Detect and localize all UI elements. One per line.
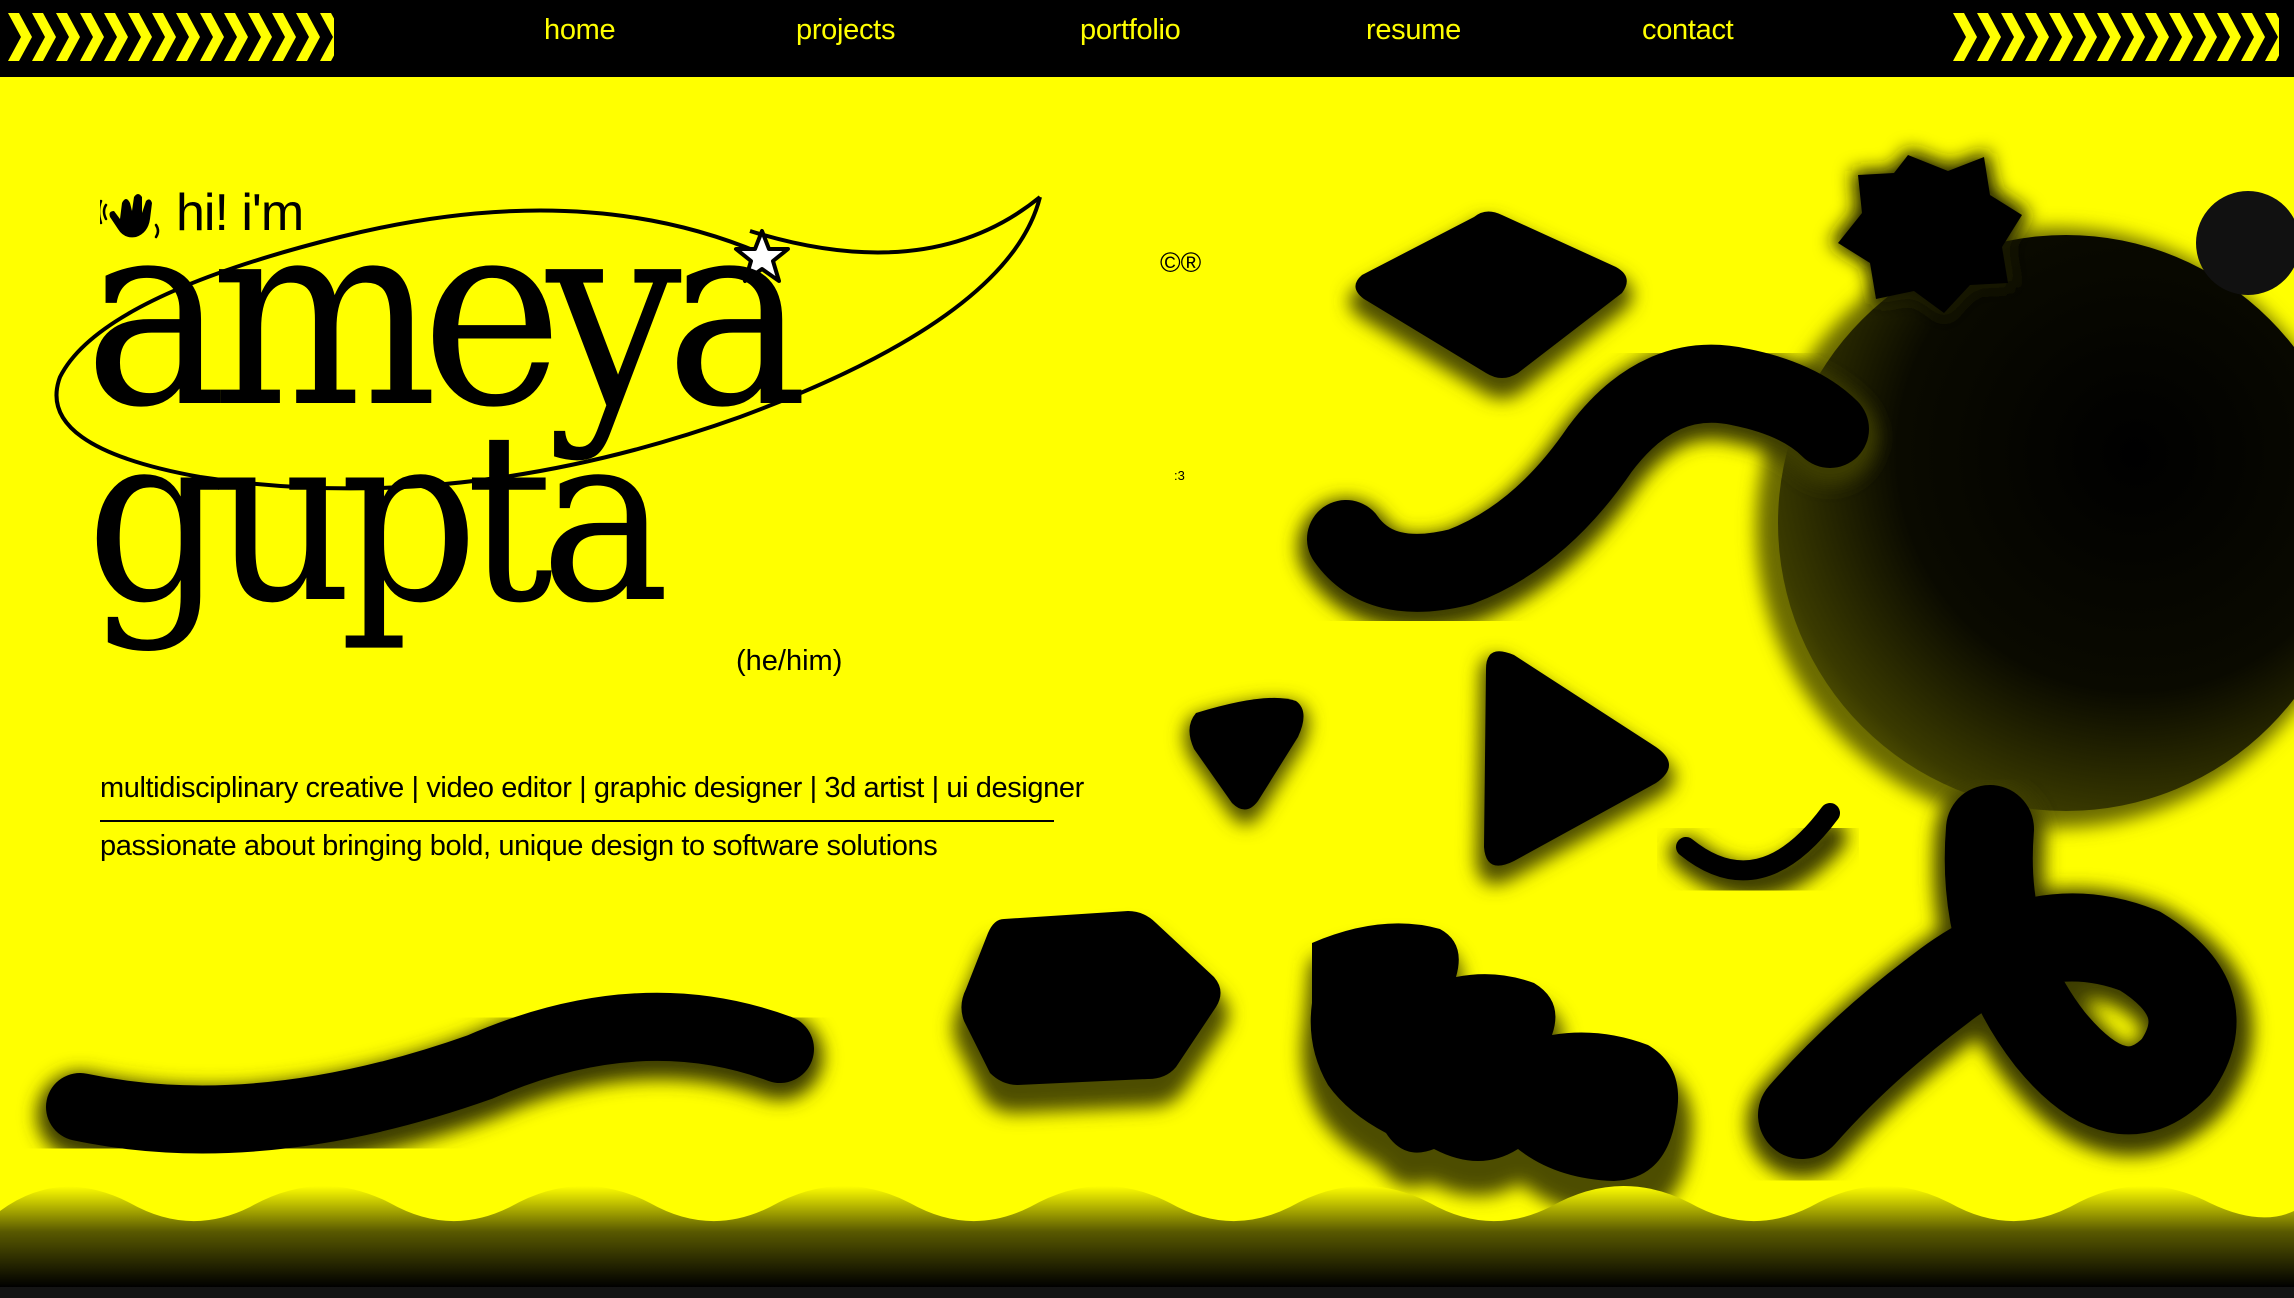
nav-contact[interactable]: contact xyxy=(1642,14,1734,47)
nav-projects[interactable]: projects xyxy=(796,14,895,47)
hero-section: hi! i'm ameya gupta ©® :3 (he/him) multi… xyxy=(0,77,2294,1287)
long-tube-shape xyxy=(37,992,823,1173)
smiley-text: :3 xyxy=(1174,468,1185,483)
trademark-mark: ©® xyxy=(1160,247,1202,278)
nav-links: home projects portfolio resume contact xyxy=(0,0,2294,77)
sphere-shape xyxy=(1756,191,2294,828)
tagline-text: passionate about bringing bold, unique d… xyxy=(100,830,938,862)
small-triangle-shape xyxy=(1184,697,1309,825)
last-name-heading: gupta xyxy=(86,383,670,655)
bottom-bar xyxy=(0,1287,2294,1298)
triangle-shape xyxy=(1476,651,1675,885)
roles-text: multidisciplinary creative | video edito… xyxy=(100,772,1084,804)
hexagon-shape xyxy=(953,911,1229,1113)
chevron-stripe-right-icon xyxy=(1953,13,2279,61)
wave-border-shape xyxy=(0,1185,2294,1287)
blob-cluster-shape xyxy=(1302,923,1692,1219)
top-navbar: home projects portfolio resume contact xyxy=(0,0,2294,77)
divider xyxy=(100,820,1054,822)
nav-resume[interactable]: resume xyxy=(1366,14,1461,47)
nav-portfolio[interactable]: portfolio xyxy=(1080,14,1181,47)
rounded-diamond-shape xyxy=(1348,211,1633,399)
nav-home[interactable]: home xyxy=(544,14,616,47)
pronouns: (he/him) xyxy=(736,645,843,677)
loop-tube-shape xyxy=(1747,782,2253,1178)
